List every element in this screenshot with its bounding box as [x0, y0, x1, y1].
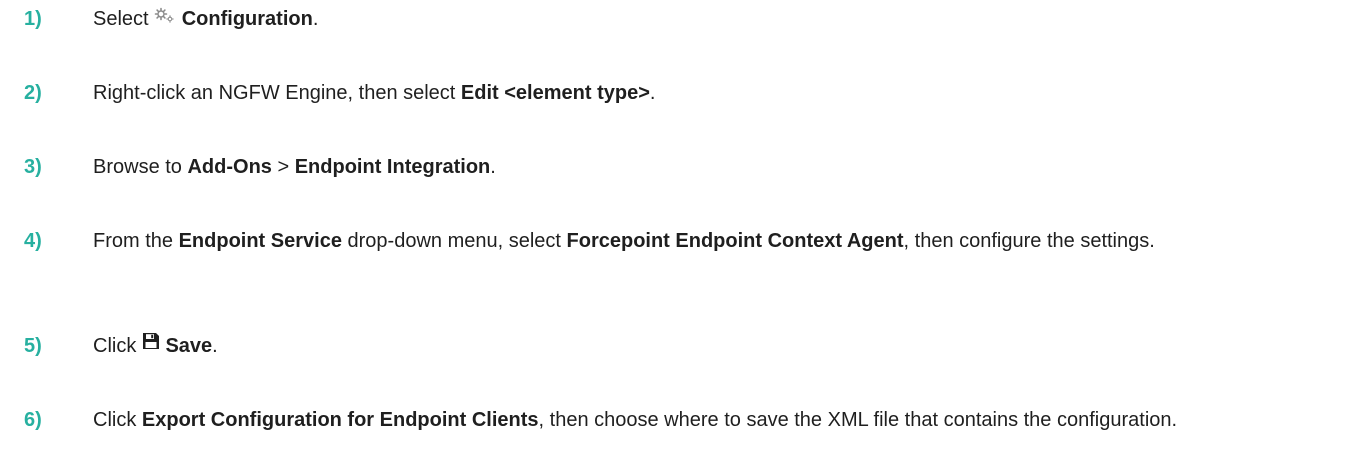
step-text-plain: . — [490, 156, 496, 178]
step-text-plain: , then configure the settings. — [903, 230, 1155, 252]
gear-icon — [154, 2, 176, 33]
step-text: Select Configuration. — [93, 4, 1343, 35]
edit-element-type-label: Edit <element type> — [460, 82, 650, 104]
step-text-plain: Select — [93, 8, 155, 30]
step-number: 2) — [24, 82, 42, 104]
step-text: Browse to Add-Ons > Endpoint Integration… — [93, 152, 1343, 183]
configuration-label: Configuration — [181, 8, 313, 30]
add-ons-label: Add-Ons — [187, 156, 272, 178]
export-configuration-label: Export Configuration for Endpoint Client… — [141, 409, 539, 431]
step-number: 5) — [24, 335, 42, 357]
step-text-plain: . — [312, 8, 319, 30]
step-text-plain: drop-down menu, select — [341, 230, 567, 252]
step-text-plain: Click — [93, 409, 142, 431]
step-number: 6) — [24, 409, 42, 431]
save-label: Save — [165, 335, 213, 357]
procedure-steps: 1) Select Configuration. 2) Right-click … — [0, 0, 1360, 474]
step-number: 1) — [24, 8, 42, 30]
endpoint-integration-label: Endpoint Integration — [294, 156, 491, 178]
step-text-plain: > — [271, 156, 295, 178]
step-text-plain: From the — [93, 230, 179, 252]
endpoint-service-label: Endpoint Service — [178, 230, 342, 252]
step-text-plain: Click — [93, 335, 142, 357]
step-text-plain: . — [649, 82, 656, 104]
step-text-plain: Browse to — [93, 156, 188, 178]
step-text: Click Export Configuration for Endpoint … — [93, 405, 1343, 436]
save-icon — [142, 329, 160, 360]
step-number: 4) — [24, 230, 42, 252]
step-text: From the Endpoint Service drop-down menu… — [93, 226, 1343, 257]
save-icon-graphic — [142, 333, 159, 350]
step-text: Click Save. — [93, 331, 1343, 362]
step-text-plain: . — [212, 335, 218, 357]
step-number: 3) — [24, 156, 42, 178]
forcepoint-endpoint-context-agent-label: Forcepoint Endpoint Context Agent — [566, 230, 904, 252]
gear-icon-graphic — [154, 7, 174, 23]
step-text: Right-click an NGFW Engine, then select … — [93, 78, 1343, 109]
step-text-plain: Right-click an NGFW Engine, then select — [93, 82, 461, 104]
step-text-plain: , then choose where to save the XML file… — [538, 409, 1178, 431]
